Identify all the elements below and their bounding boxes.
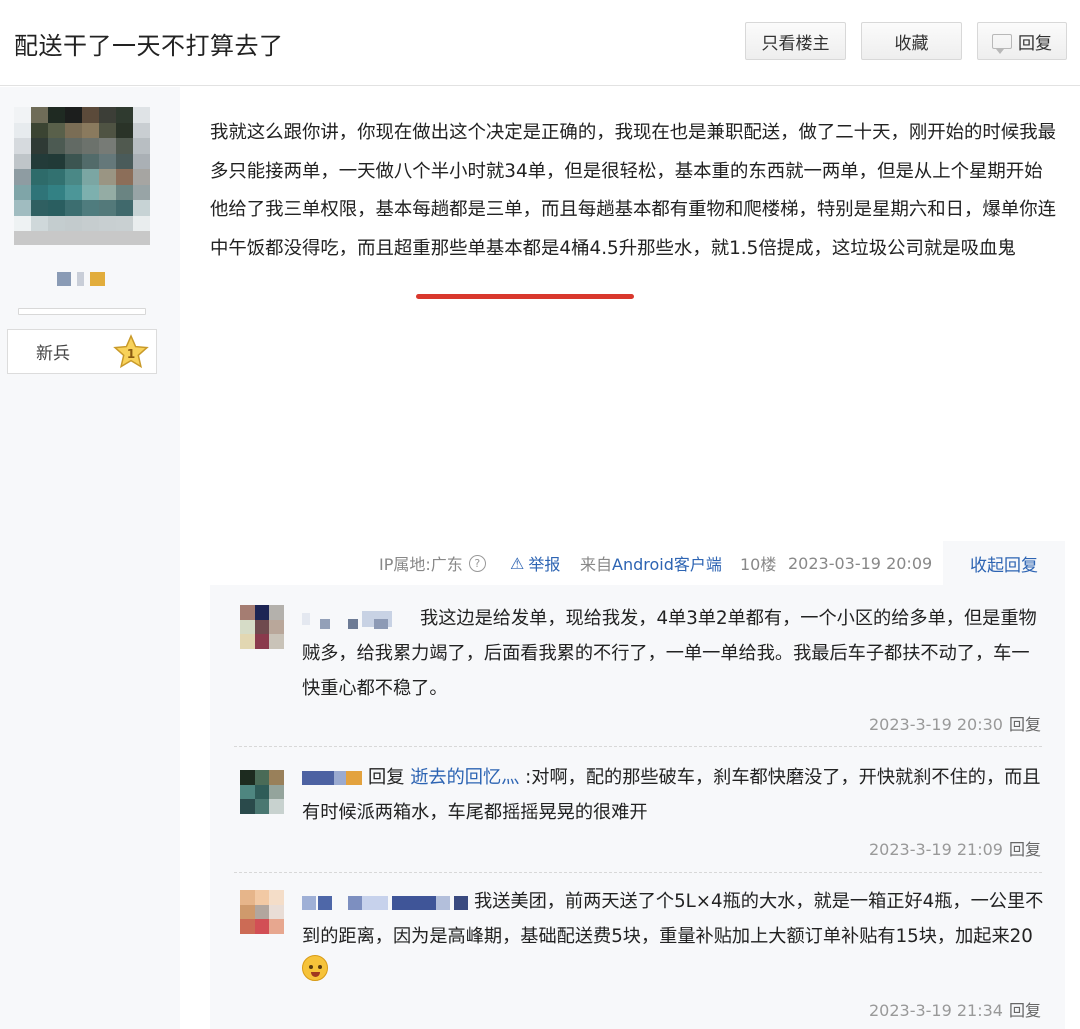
- only-op-button[interactable]: 只看楼主: [745, 22, 846, 60]
- reply-username[interactable]: [302, 609, 414, 629]
- reply-list: 我这边是给发单，现给我发，4单3单2单都有，一个小区的给多单，但是重物贼多，给我…: [210, 585, 1065, 1029]
- floor-number: 10楼: [740, 555, 777, 574]
- reply-text-block: 我送美团，前两天送了个5L×4瓶的大水，就是一箱正好4瓶，一公里不到的距离，因为…: [302, 884, 1047, 989]
- report-label: 举报: [528, 555, 561, 574]
- reply-text-block: 我这边是给发单，现给我发，4单3单2单都有，一个小区的给多单，但是重物贼多，给我…: [302, 601, 1047, 706]
- collapse-replies-button[interactable]: 收起回复: [943, 541, 1065, 586]
- favorite-button[interactable]: 收藏: [861, 22, 962, 60]
- smiling-emoji-icon: [302, 955, 328, 981]
- level-badge-label: 新兵: [36, 344, 70, 364]
- ip-location-text: IP属地:广东: [379, 555, 463, 574]
- reply-target-user[interactable]: 逝去的回忆灬: [410, 767, 519, 788]
- help-icon[interactable]: ?: [468, 554, 486, 572]
- reply-link[interactable]: 回复: [1009, 715, 1041, 734]
- client-link[interactable]: Android客户端: [612, 551, 722, 575]
- thread-title: 配送干了一天不打算去了: [14, 32, 284, 60]
- star-level-icon: 1: [113, 334, 149, 369]
- client-prefix: 来自: [580, 555, 613, 574]
- client-info: 来自 Android客户端: [580, 551, 722, 575]
- author-username[interactable]: [57, 272, 105, 288]
- level-number: 1: [127, 347, 135, 361]
- divider: [234, 872, 1042, 873]
- reply-button[interactable]: 回复: [977, 22, 1067, 60]
- reply-text-block: 回复 逝去的回忆灬 :对啊，配的那些破车，刹车都快磨没了，开快就刹不住的，而且有…: [302, 760, 1047, 830]
- highlight-underline: [416, 294, 634, 299]
- post-body: 我就这么跟你讲，你现在做出这个决定是正确的，我现在也是兼职配送，做了二十天，刚开…: [210, 122, 1056, 259]
- reply-link[interactable]: 回复: [1009, 1001, 1041, 1020]
- post-date: 2023-03-19 20:09: [788, 553, 933, 573]
- reply-prefix: 回复: [368, 767, 405, 788]
- reply-time: 2023-3-19 20:30: [868, 715, 1003, 734]
- level-progress-bar: [18, 308, 146, 315]
- reply-button-label: 回复: [1018, 33, 1052, 54]
- reply-avatar[interactable]: [240, 605, 284, 649]
- reply-avatar[interactable]: [240, 770, 284, 814]
- reply-footer: 2023-3-19 21:34 回复: [869, 997, 1041, 1021]
- thread-header: 配送干了一天不打算去了 只看楼主 收藏 回复: [0, 0, 1080, 86]
- reply-username[interactable]: [302, 892, 468, 912]
- reply-footer: 2023-3-19 20:30 回复: [869, 711, 1041, 735]
- report-link[interactable]: ⚠ 举报: [510, 551, 560, 575]
- reply-username[interactable]: [302, 768, 362, 788]
- author-column: 新兵 1: [0, 87, 180, 1029]
- reply-time: 2023-3-19 21:09: [868, 840, 1003, 859]
- warning-icon: ⚠: [510, 553, 525, 573]
- ip-location: IP属地:广东 ?: [379, 551, 486, 575]
- reply-avatar[interactable]: [240, 890, 284, 934]
- reply-link[interactable]: 回复: [1009, 840, 1041, 859]
- level-badge[interactable]: 新兵 1: [7, 329, 157, 374]
- divider: [234, 746, 1042, 747]
- comment-icon: [992, 33, 1012, 54]
- author-avatar[interactable]: [14, 107, 150, 245]
- reply-time: 2023-3-19 21:34: [868, 1001, 1003, 1020]
- reply-footer: 2023-3-19 21:09 回复: [869, 836, 1041, 860]
